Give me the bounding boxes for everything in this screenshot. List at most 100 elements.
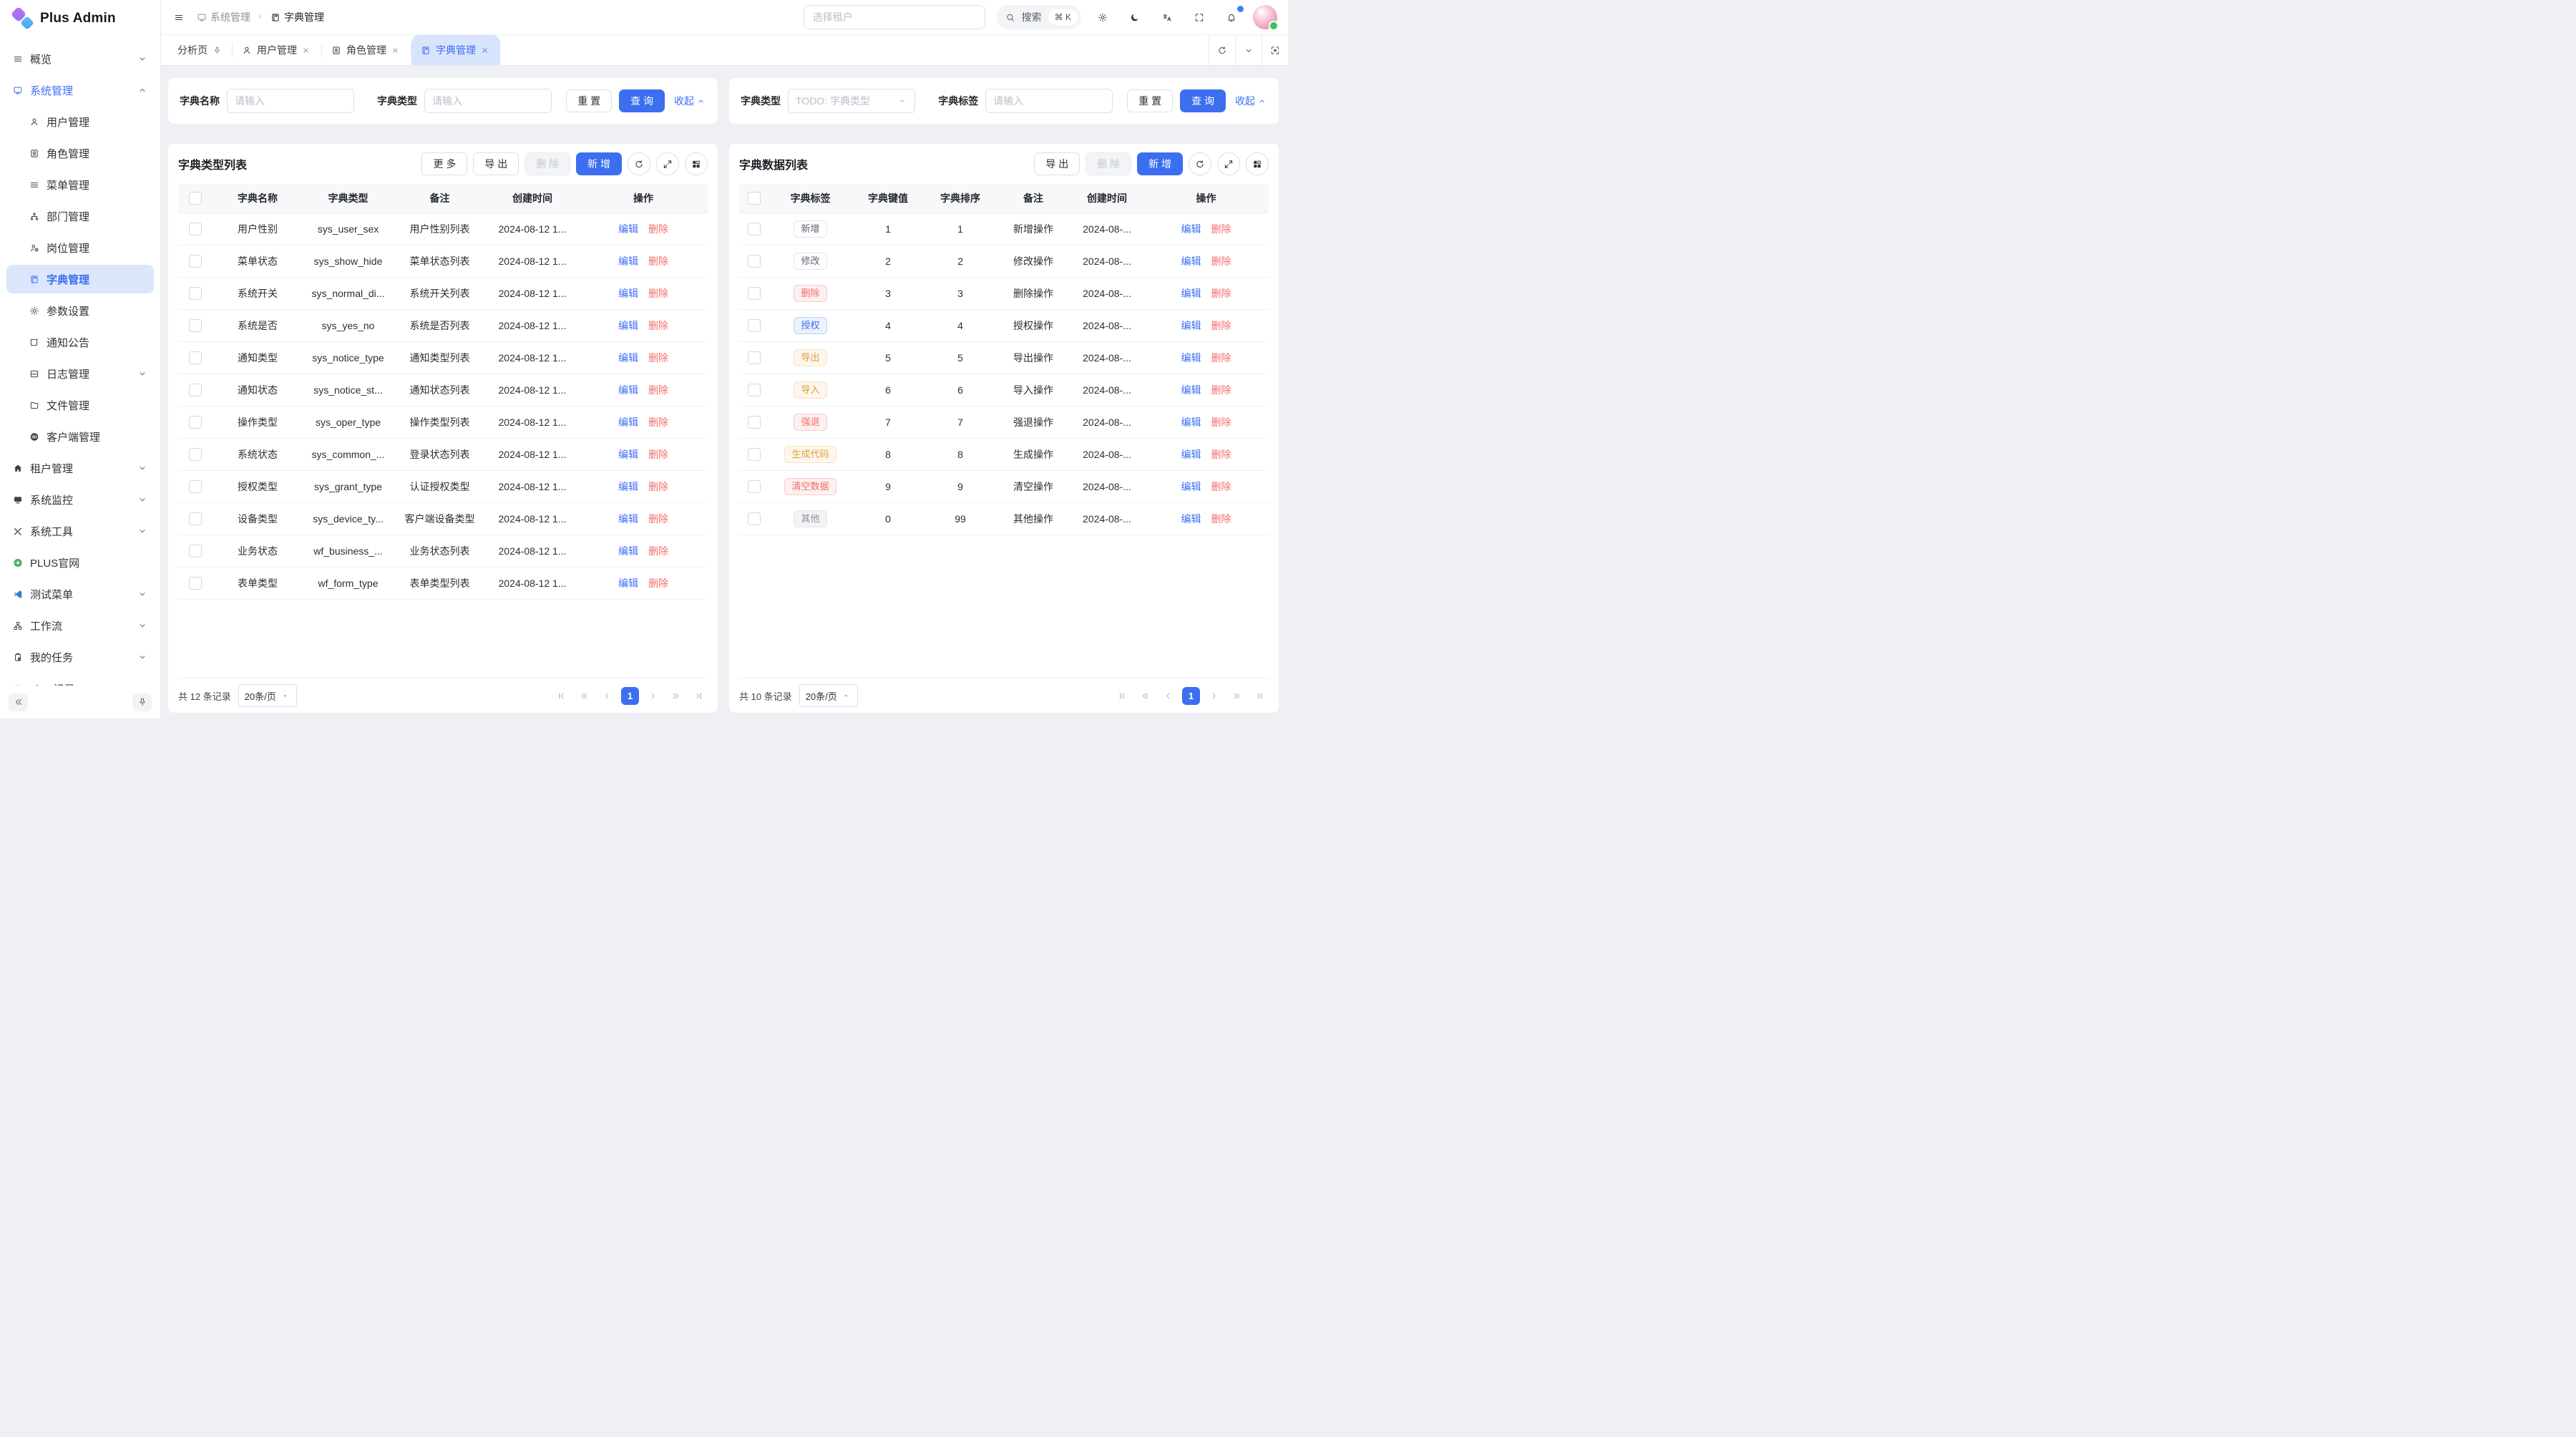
dict-type-row[interactable]: 用户性别sys_user_sex用户性别列表2024-08-12 1...编辑删… bbox=[178, 213, 708, 245]
breadcrumb-dict[interactable]: 字典管理 bbox=[270, 10, 324, 24]
delete-link[interactable]: 删除 bbox=[648, 223, 668, 235]
dict-data-row[interactable]: 导入66导入操作2024-08-...编辑删除 bbox=[739, 374, 1269, 406]
query-button[interactable]: 查 询 bbox=[1180, 89, 1226, 112]
next-page-icon[interactable] bbox=[644, 687, 662, 705]
row-checkbox[interactable] bbox=[189, 512, 202, 525]
delete-link[interactable]: 删除 bbox=[1211, 352, 1231, 364]
delete-link[interactable]: 删除 bbox=[648, 578, 668, 589]
row-checkbox[interactable] bbox=[189, 287, 202, 300]
next-group-icon[interactable] bbox=[1228, 687, 1246, 705]
sidebar-item-test-menu[interactable]: 测试菜单 bbox=[6, 580, 154, 608]
prev-page-icon[interactable] bbox=[598, 687, 616, 705]
row-checkbox[interactable] bbox=[748, 319, 761, 332]
breadcrumb-system[interactable]: 系统管理 bbox=[197, 10, 250, 24]
edit-link[interactable]: 编辑 bbox=[618, 223, 638, 235]
tab-role[interactable]: 角色管理 bbox=[322, 35, 411, 65]
table-refresh-icon[interactable] bbox=[1189, 152, 1211, 175]
delete-button[interactable]: 删 除 bbox=[1085, 152, 1131, 175]
delete-link[interactable]: 删除 bbox=[1211, 513, 1231, 525]
row-checkbox[interactable] bbox=[748, 287, 761, 300]
table-columns-icon[interactable] bbox=[1246, 152, 1269, 175]
add-button[interactable]: 新 增 bbox=[1137, 152, 1183, 175]
delete-link[interactable]: 删除 bbox=[648, 320, 668, 331]
sidebar-item-workflow[interactable]: 工作流 bbox=[6, 611, 154, 640]
delete-link[interactable]: 删除 bbox=[648, 481, 668, 492]
edit-link[interactable]: 编辑 bbox=[1181, 417, 1201, 428]
row-checkbox[interactable] bbox=[189, 319, 202, 332]
page-size-select[interactable]: 20条/页 bbox=[238, 684, 297, 707]
edit-link[interactable]: 编辑 bbox=[618, 417, 638, 428]
edit-link[interactable]: 编辑 bbox=[1181, 223, 1201, 235]
row-checkbox[interactable] bbox=[189, 545, 202, 557]
sidebar-item-system[interactable]: 系统管理 bbox=[6, 76, 154, 104]
export-button[interactable]: 导 出 bbox=[1034, 152, 1080, 175]
prev-group-icon[interactable] bbox=[575, 687, 593, 705]
edit-link[interactable]: 编辑 bbox=[618, 578, 638, 589]
table-expand-icon[interactable] bbox=[1217, 152, 1240, 175]
app-logo[interactable]: Plus Admin bbox=[0, 0, 160, 37]
row-checkbox[interactable] bbox=[748, 255, 761, 268]
row-checkbox[interactable] bbox=[189, 448, 202, 461]
delete-link[interactable]: 删除 bbox=[1211, 320, 1231, 331]
dict-data-row[interactable]: 生成代码88生成操作2024-08-...编辑删除 bbox=[739, 439, 1269, 471]
dict-data-row[interactable]: 授权44授权操作2024-08-...编辑删除 bbox=[739, 310, 1269, 342]
prev-page-icon[interactable] bbox=[1159, 687, 1177, 705]
delete-link[interactable]: 删除 bbox=[1211, 223, 1231, 235]
row-checkbox[interactable] bbox=[748, 223, 761, 235]
delete-link[interactable]: 删除 bbox=[648, 513, 668, 525]
edit-link[interactable]: 编辑 bbox=[618, 513, 638, 525]
current-page[interactable]: 1 bbox=[1182, 687, 1200, 705]
delete-link[interactable]: 删除 bbox=[1211, 481, 1231, 492]
prev-group-icon[interactable] bbox=[1136, 687, 1154, 705]
sidebar-item-post[interactable]: 岗位管理 bbox=[6, 233, 154, 262]
tab-fullscreen-icon[interactable] bbox=[1262, 35, 1288, 65]
dict-type-row[interactable]: 表单类型wf_form_type表单类型列表2024-08-12 1...编辑删… bbox=[178, 568, 708, 600]
close-icon[interactable] bbox=[481, 45, 491, 55]
table-refresh-icon[interactable] bbox=[628, 152, 650, 175]
dict-type-select[interactable]: TODO: 字典类型 bbox=[788, 89, 915, 113]
dict-data-row[interactable]: 删除33删除操作2024-08-...编辑删除 bbox=[739, 278, 1269, 310]
row-checkbox[interactable] bbox=[189, 416, 202, 429]
row-checkbox[interactable] bbox=[189, 351, 202, 364]
dict-type-row[interactable]: 通知状态sys_notice_st...通知状态列表2024-08-12 1..… bbox=[178, 374, 708, 406]
dict-type-row[interactable]: 操作类型sys_oper_type操作类型列表2024-08-12 1...编辑… bbox=[178, 406, 708, 439]
select-all-checkbox[interactable] bbox=[189, 192, 202, 205]
edit-link[interactable]: 编辑 bbox=[618, 352, 638, 364]
row-checkbox[interactable] bbox=[189, 480, 202, 493]
delete-link[interactable]: 删除 bbox=[648, 288, 668, 299]
more-button[interactable]: 更 多 bbox=[421, 152, 467, 175]
sidebar-item-notice[interactable]: 通知公告 bbox=[6, 328, 154, 356]
delete-link[interactable]: 删除 bbox=[1211, 384, 1231, 396]
tab-user[interactable]: 用户管理 bbox=[233, 35, 321, 65]
sidebar-item-my-task[interactable]: 我的任务 bbox=[6, 643, 154, 671]
close-icon[interactable] bbox=[302, 45, 312, 55]
add-button[interactable]: 新 增 bbox=[576, 152, 622, 175]
dict-type-row[interactable]: 系统状态sys_common_...登录状态列表2024-08-12 1...编… bbox=[178, 439, 708, 471]
dark-mode-moon-icon[interactable] bbox=[1124, 6, 1146, 28]
sidebar-item-config[interactable]: 参数设置 bbox=[6, 296, 154, 325]
sidebar-item-menu[interactable]: 菜单管理 bbox=[6, 170, 154, 199]
edit-link[interactable]: 编辑 bbox=[1181, 384, 1201, 396]
dict-type-row[interactable]: 系统是否sys_yes_no系统是否列表2024-08-12 1...编辑删除 bbox=[178, 310, 708, 342]
next-page-icon[interactable] bbox=[1205, 687, 1223, 705]
tab-dict[interactable]: 字典管理 bbox=[411, 35, 500, 65]
dict-type-row[interactable]: 授权类型sys_grant_type认证授权类型2024-08-12 1...编… bbox=[178, 471, 708, 503]
tab-refresh-icon[interactable] bbox=[1209, 35, 1235, 65]
sidebar-item-user[interactable]: 用户管理 bbox=[6, 107, 154, 136]
sidebar-item-dict[interactable]: 字典管理 bbox=[6, 265, 154, 293]
row-checkbox[interactable] bbox=[748, 480, 761, 493]
delete-link[interactable]: 删除 bbox=[1211, 288, 1231, 299]
dict-data-row[interactable]: 导出55导出操作2024-08-...编辑删除 bbox=[739, 342, 1269, 374]
page-size-select[interactable]: 20条/页 bbox=[799, 684, 858, 707]
dict-label-input[interactable] bbox=[985, 89, 1113, 113]
collapse-link[interactable]: 收起 bbox=[1235, 94, 1267, 108]
edit-link[interactable]: 编辑 bbox=[1181, 513, 1201, 525]
global-search-button[interactable]: 搜索 ⌘ K bbox=[996, 5, 1081, 29]
dict-data-row[interactable]: 强退77强退操作2024-08-...编辑删除 bbox=[739, 406, 1269, 439]
dict-type-row[interactable]: 菜单状态sys_show_hide菜单状态列表2024-08-12 1...编辑… bbox=[178, 245, 708, 278]
delete-link[interactable]: 删除 bbox=[648, 352, 668, 364]
language-translate-icon[interactable] bbox=[1156, 6, 1178, 28]
settings-gear-icon[interactable] bbox=[1092, 6, 1113, 28]
edit-link[interactable]: 编辑 bbox=[1181, 449, 1201, 460]
sidebar-item-log[interactable]: DEV日志管理 bbox=[6, 359, 154, 388]
